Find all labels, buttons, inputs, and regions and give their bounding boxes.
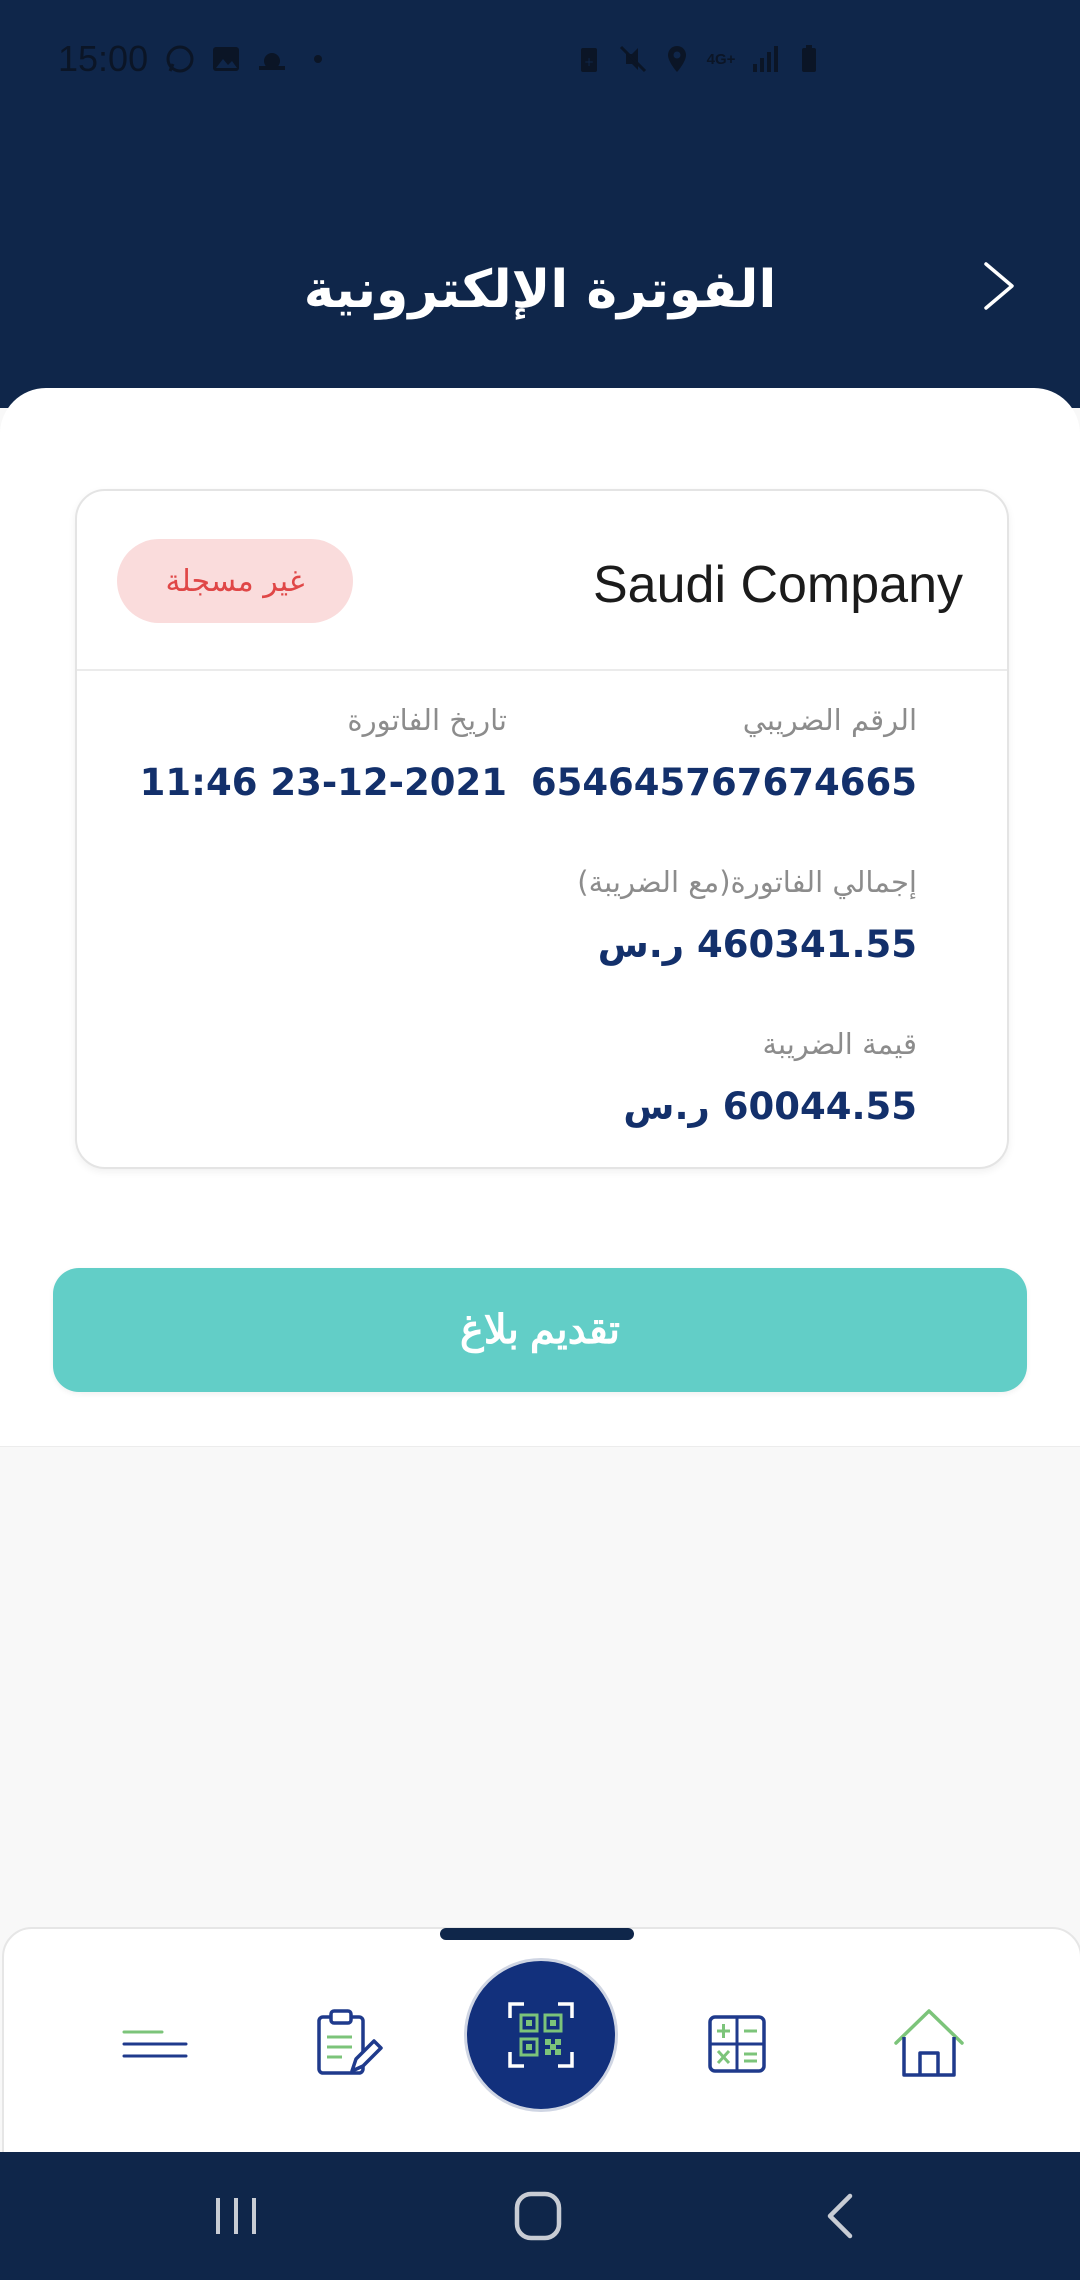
mute-icon — [618, 44, 648, 74]
menu-icon[interactable] — [110, 1999, 200, 2089]
invoice-date-label: تاريخ الفاتورة — [347, 703, 507, 737]
page-title: الفوترة الإلكترونية — [303, 260, 777, 320]
svg-text:+: + — [584, 55, 594, 69]
qr-scan-icon — [508, 2002, 574, 2068]
qr-scan-button[interactable] — [464, 1958, 618, 2112]
recent-apps-icon[interactable] — [206, 2188, 266, 2244]
status-time: 15:00 — [58, 38, 149, 79]
clipboard-edit-icon[interactable] — [302, 1999, 392, 2089]
app-header: الفوترة الإلكترونية — [0, 108, 1080, 408]
status-badge: غير مسجلة — [117, 539, 353, 623]
battery-saver-icon: + — [574, 44, 604, 74]
calculator-icon[interactable] — [692, 1999, 782, 2089]
battery-icon — [794, 44, 824, 74]
tax-amount-value: 60044.55 ر.س — [623, 1085, 917, 1128]
tax-amount-label: قيمة الضريبة — [762, 1027, 917, 1061]
chevron-right-icon[interactable] — [972, 258, 1028, 314]
signal-icon — [750, 44, 780, 74]
system-nav-bar — [0, 2152, 1080, 2280]
weather-icon — [257, 44, 287, 74]
back-nav-icon[interactable] — [810, 2188, 870, 2244]
dot-icon — [303, 44, 333, 74]
company-name: Saudi Company — [593, 556, 963, 614]
invoice-date-value: 11:46 23-12-2021 — [139, 761, 507, 804]
submit-report-button[interactable]: تقديم بلاغ — [53, 1268, 1027, 1392]
card-divider — [77, 669, 1007, 671]
home-nav-icon[interactable] — [508, 2188, 568, 2244]
whatsapp-icon — [165, 44, 195, 74]
tax-number-label: الرقم الضريبي — [742, 703, 917, 737]
network-label: 4G+ — [706, 50, 736, 68]
invoice-card: Saudi Company غير مسجلة الرقم الضريبي 65… — [75, 489, 1009, 1169]
status-bar: 15:00 + 4G+ — [0, 0, 1080, 108]
home-icon[interactable] — [884, 1999, 974, 2089]
4g-icon: 4G+ — [706, 44, 736, 74]
invoice-total-value: 460341.55 ر.س — [597, 923, 917, 966]
tax-number-value: 654645767674665 — [530, 761, 917, 804]
location-icon — [662, 44, 692, 74]
invoice-total-label: إجمالي الفاتورة(مع الضريبة) — [577, 865, 917, 899]
gallery-icon — [211, 44, 241, 74]
drag-handle[interactable] — [440, 1928, 634, 1940]
